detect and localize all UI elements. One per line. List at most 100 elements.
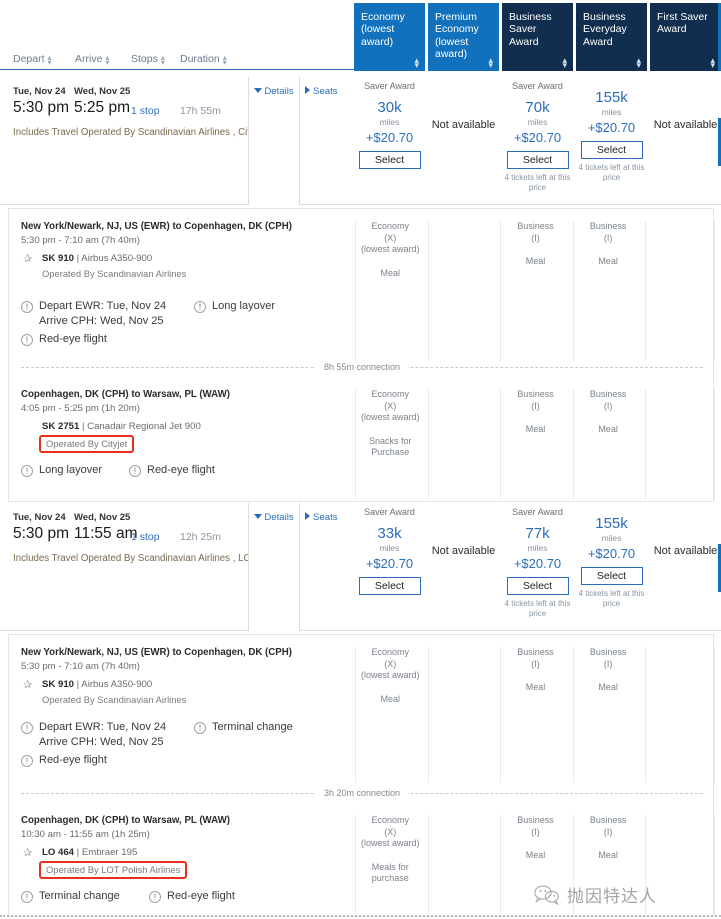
sort-label: Depart [13, 52, 45, 65]
itinerary-details-panel: New York/Newark, NJ, US (EWR) to Copenha… [8, 208, 715, 502]
seats-tab[interactable]: Seats [305, 86, 338, 97]
fare-miles-unit: miles [527, 543, 548, 553]
sort-arrows-icon[interactable]: ▴ ▾ [48, 53, 52, 66]
select-button[interactable]: Select [580, 141, 643, 159]
fare-column-label-line1: Premium [435, 11, 478, 23]
cabin-cell-business-everyday: Business (I) Meal [572, 647, 643, 783]
cabin-cell-business-saver: Business (I) Meal [500, 389, 570, 499]
segment-cabin-row: Economy (X) (lowest award) Meal Business… [355, 647, 715, 783]
not-available-text: Not available [653, 545, 718, 557]
stops-value[interactable]: 1 stop [131, 531, 160, 543]
cabin-name: Economy [371, 815, 410, 825]
depart-cell: Tue, Nov 24 5:30 pm [13, 86, 69, 117]
select-button[interactable]: Select [506, 577, 569, 595]
sort-arrows-icon[interactable]: ▴ ▾ [161, 53, 165, 66]
fare-options-row: Saver Award 30k miles +$20.70 Select Not… [354, 77, 721, 205]
meal-service: Meal [525, 424, 546, 434]
fare-miles-unit: miles [601, 107, 622, 117]
chevron-down-icon [254, 514, 263, 519]
sort-toggle-icon[interactable]: ▴ ▾ [414, 56, 418, 70]
meal-service: Meal [525, 850, 546, 860]
details-tab[interactable]: Details [248, 77, 300, 205]
sort-arrows-icon[interactable]: ▴ ▾ [223, 53, 227, 66]
info-icon: ! [21, 465, 33, 477]
fare-miles-unit: miles [601, 533, 622, 543]
stops-value[interactable]: 1 stop [131, 105, 160, 117]
select-button[interactable]: Select [580, 567, 643, 585]
depart-time: 5:30 pm [13, 99, 70, 116]
cabin-class-code: (X) [384, 658, 397, 669]
seats-label: Seats [313, 86, 338, 97]
segment-note-layover: ! Long layover [21, 463, 102, 478]
fare-taxes: +$20.70 [513, 556, 562, 571]
fare-column-header-first-saver[interactable]: First Saver Award ▴ ▾ [650, 3, 721, 71]
segment-note-layover: ! Long layover [194, 299, 275, 314]
aircraft-type: Airbus A350-900 [81, 679, 153, 690]
fare-column-label-line2: (lowest [361, 23, 395, 36]
seats-tab[interactable]: Seats [305, 512, 338, 523]
operated-by-text-highlighted: Operated By LOT Polish Airlines [39, 861, 188, 879]
connection-duration: 8h 55m connection [315, 362, 409, 372]
cabin-cell-business-saver: Business (I) Meal [500, 221, 570, 361]
select-button[interactable]: Select [358, 577, 421, 595]
fare-column-header-economy[interactable]: Economy (lowest award) ▴ ▾ [354, 3, 425, 71]
chevron-down-icon [254, 88, 263, 93]
sort-toggle-icon[interactable]: ▴ ▾ [562, 56, 566, 70]
sort-toggle-icon[interactable]: ▴ ▾ [488, 56, 492, 70]
segment-route: New York/Newark, NJ, US (EWR) to Copenha… [21, 221, 292, 232]
fare-column-header-business-everyday[interactable]: Business Everyday Award ▴ ▾ [576, 3, 647, 71]
flight-result-row[interactable]: Tue, Nov 24 5:30 pm Wed, Nov 25 11:55 am… [0, 503, 721, 631]
info-icon: ! [21, 301, 33, 313]
info-icon: ! [21, 334, 33, 346]
meal-service: Meal [525, 682, 546, 692]
watermark: 抛因特达人 [534, 882, 657, 907]
fare-column-headers: Economy (lowest award) ▴ ▾ Premium Econom… [354, 3, 721, 71]
fare-column-label-line2: Saver Award [509, 23, 539, 48]
sort-control-duration[interactable]: Duration ▴ ▾ [180, 53, 227, 67]
segment-note-redeye: ! Red-eye flight [149, 889, 235, 904]
info-icon: ! [194, 301, 206, 313]
tickets-left-text: 4 tickets left at this price [578, 589, 645, 608]
flight-number: SK 2751 [42, 421, 80, 432]
tickets-left-text: 4 tickets left at this price [504, 173, 571, 192]
cabin-name: Business [589, 389, 627, 399]
tickets-left-text: 4 tickets left at this price [578, 163, 645, 182]
fare-column-header-business-saver[interactable]: Business Saver Award ▴ ▾ [502, 3, 573, 71]
meal-service: Meal [598, 256, 618, 266]
duration-value: 12h 25m [180, 531, 221, 543]
fare-type-label: Saver Award [364, 507, 415, 517]
aircraft-type: Embraer 195 [81, 847, 138, 858]
cabin-class-code: (I) [603, 826, 613, 837]
fare-column-header-premium-economy[interactable]: Premium Economy (lowest award) ▴ ▾ [428, 3, 499, 71]
sort-control-stops[interactable]: Stops ▴ ▾ [131, 53, 165, 67]
select-button[interactable]: Select [506, 151, 569, 169]
fare-column-label-line2: Economy [435, 23, 479, 36]
meal-service: Meal [598, 682, 618, 692]
details-tab[interactable]: Details [248, 503, 300, 631]
sort-toggle-icon[interactable]: ▴ ▾ [710, 56, 714, 70]
fare-cell-economy: Saver Award 30k miles +$20.70 Select [354, 77, 425, 205]
fare-column-label-line4: award) [435, 48, 468, 61]
fare-column-label-line2: Everyday [583, 23, 627, 36]
fare-cell-economy: Saver Award 33k miles +$20.70 Select [354, 503, 425, 631]
not-available-text: Not available [653, 119, 718, 131]
arrive-note: Arrive CPH: Wed, Nov 25 [39, 315, 164, 327]
select-button[interactable]: Select [358, 151, 421, 169]
sort-control-depart[interactable]: Depart ▴ ▾ [13, 52, 52, 67]
arrive-date: Wed, Nov 25 [74, 512, 131, 523]
wechat-logo-icon [534, 884, 559, 905]
sort-toggle-icon[interactable]: ▴ ▾ [636, 56, 640, 70]
info-icon: ! [194, 722, 206, 734]
operated-by-text-highlighted: Operated By Cityjet [39, 435, 135, 453]
flight-result-row[interactable]: Tue, Nov 24 5:30 pm Wed, Nov 25 5:25 pm … [0, 77, 721, 205]
cabin-name: Economy [371, 389, 410, 399]
segment-flight: SK 2751 | Canadair Regional Jet 900 [42, 421, 201, 432]
cabin-cell-premium-economy [427, 221, 498, 361]
cabin-cell-first-saver [645, 389, 715, 499]
cabin-class-code: (I) [531, 826, 540, 837]
sort-control-arrive[interactable]: Arrive ▴ ▾ [75, 53, 109, 67]
sort-arrows-icon[interactable]: ▴ ▾ [105, 53, 109, 66]
includes-operated-by-text: Includes Travel Operated By Scandinavian… [13, 553, 281, 564]
cabin-cell-economy: Economy (X) (lowest award) Meal [355, 647, 425, 783]
chevron-right-icon [305, 512, 310, 520]
